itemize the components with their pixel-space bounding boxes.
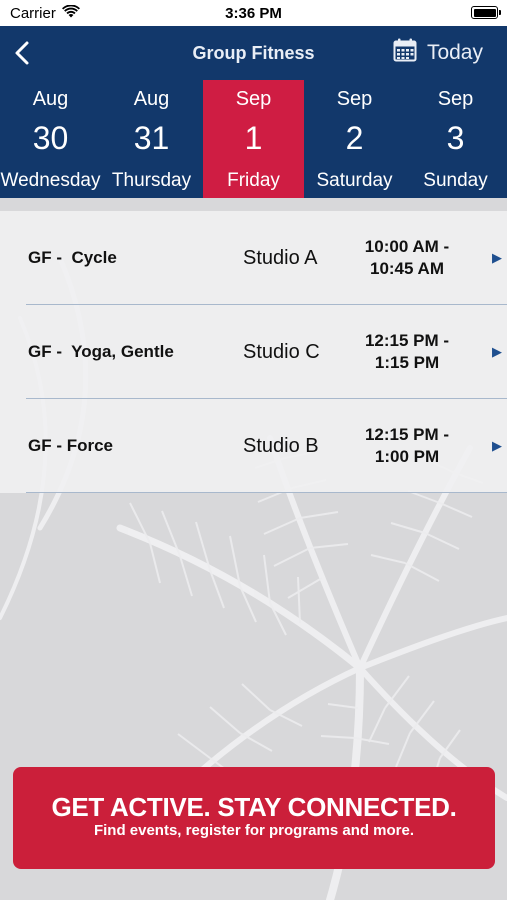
class-name: GF - Yoga, Gentle xyxy=(28,342,174,361)
banner-subtitle: Find events, register for programs and m… xyxy=(93,822,415,839)
status-time: 3:36 PM xyxy=(225,5,282,22)
class-time-end: 10:45 AM xyxy=(369,259,444,278)
day-sep-2[interactable]: Sep 2 Saturday xyxy=(304,80,405,202)
day-number: 30 xyxy=(32,120,69,156)
day-month: Sep xyxy=(336,88,373,110)
day-number: 3 xyxy=(446,120,465,156)
battery-icon xyxy=(471,6,501,19)
class-row[interactable]: GF - Cycle Studio A 10:00 AM - 10:45 AM … xyxy=(0,211,507,305)
class-time: 10:00 AM - 10:45 AM xyxy=(352,236,462,280)
class-schedule-list: GF - Cycle Studio A 10:00 AM - 10:45 AM … xyxy=(0,211,507,493)
today-label: Today xyxy=(426,41,483,64)
class-name: GF - Force xyxy=(28,436,114,455)
day-month: Sep xyxy=(235,88,272,110)
status-right xyxy=(471,5,501,19)
chevron-right-icon: ▶ xyxy=(492,438,502,453)
class-name: GF - Cycle xyxy=(28,248,117,267)
day-number: 31 xyxy=(133,120,170,156)
promo-banner[interactable]: GET ACTIVE. STAY CONNECTED. Find events,… xyxy=(13,767,495,869)
day-weekday: Sunday xyxy=(423,170,488,191)
day-weekday: Friday xyxy=(227,170,280,191)
calendar-icon xyxy=(393,38,417,68)
nav-bar: Group Fitness Today xyxy=(0,26,507,80)
status-bar: Carrier 3:36 PM xyxy=(0,0,507,26)
class-studio: Studio A xyxy=(243,247,318,269)
chevron-right-icon: ▶ xyxy=(492,344,502,359)
class-time: 12:15 PM - 1:15 PM xyxy=(352,330,462,374)
day-sep-3[interactable]: Sep 3 Sunday xyxy=(405,80,506,202)
day-strip: Aug 30 Wednesday Aug 31 Thursday Sep 1 F… xyxy=(0,80,507,202)
today-button[interactable]: Today xyxy=(393,38,483,68)
day-aug-31[interactable]: Aug 31 Thursday xyxy=(101,80,202,202)
class-time-start: 10:00 AM - xyxy=(364,237,450,256)
class-studio: Studio C xyxy=(243,341,320,363)
day-month: Aug xyxy=(32,88,69,110)
day-weekday: Wednesday xyxy=(0,170,101,191)
day-weekday: Thursday xyxy=(111,170,192,191)
day-month: Aug xyxy=(133,88,170,110)
day-number: 2 xyxy=(345,120,364,156)
class-row[interactable]: GF - Yoga, Gentle Studio C 12:15 PM - 1:… xyxy=(0,305,507,399)
class-row[interactable]: GF - Force Studio B 12:15 PM - 1:00 PM ▶ xyxy=(0,399,507,493)
class-time-end: 1:15 PM xyxy=(374,353,440,372)
class-time: 12:15 PM - 1:00 PM xyxy=(352,424,462,468)
day-month: Sep xyxy=(437,88,474,110)
class-time-start: 12:15 PM - xyxy=(364,331,450,350)
chevron-right-icon: ▶ xyxy=(492,250,502,265)
banner-title: GET ACTIVE. STAY CONNECTED. xyxy=(51,792,457,822)
class-studio: Studio B xyxy=(243,435,319,457)
day-weekday: Saturday xyxy=(316,170,393,191)
class-time-end: 1:00 PM xyxy=(374,447,440,466)
day-number: 1 xyxy=(244,120,263,156)
day-aug-30[interactable]: Aug 30 Wednesday xyxy=(0,80,101,202)
day-sep-1-selected[interactable]: Sep 1 Friday xyxy=(203,80,304,202)
class-time-start: 12:15 PM - xyxy=(364,425,450,444)
